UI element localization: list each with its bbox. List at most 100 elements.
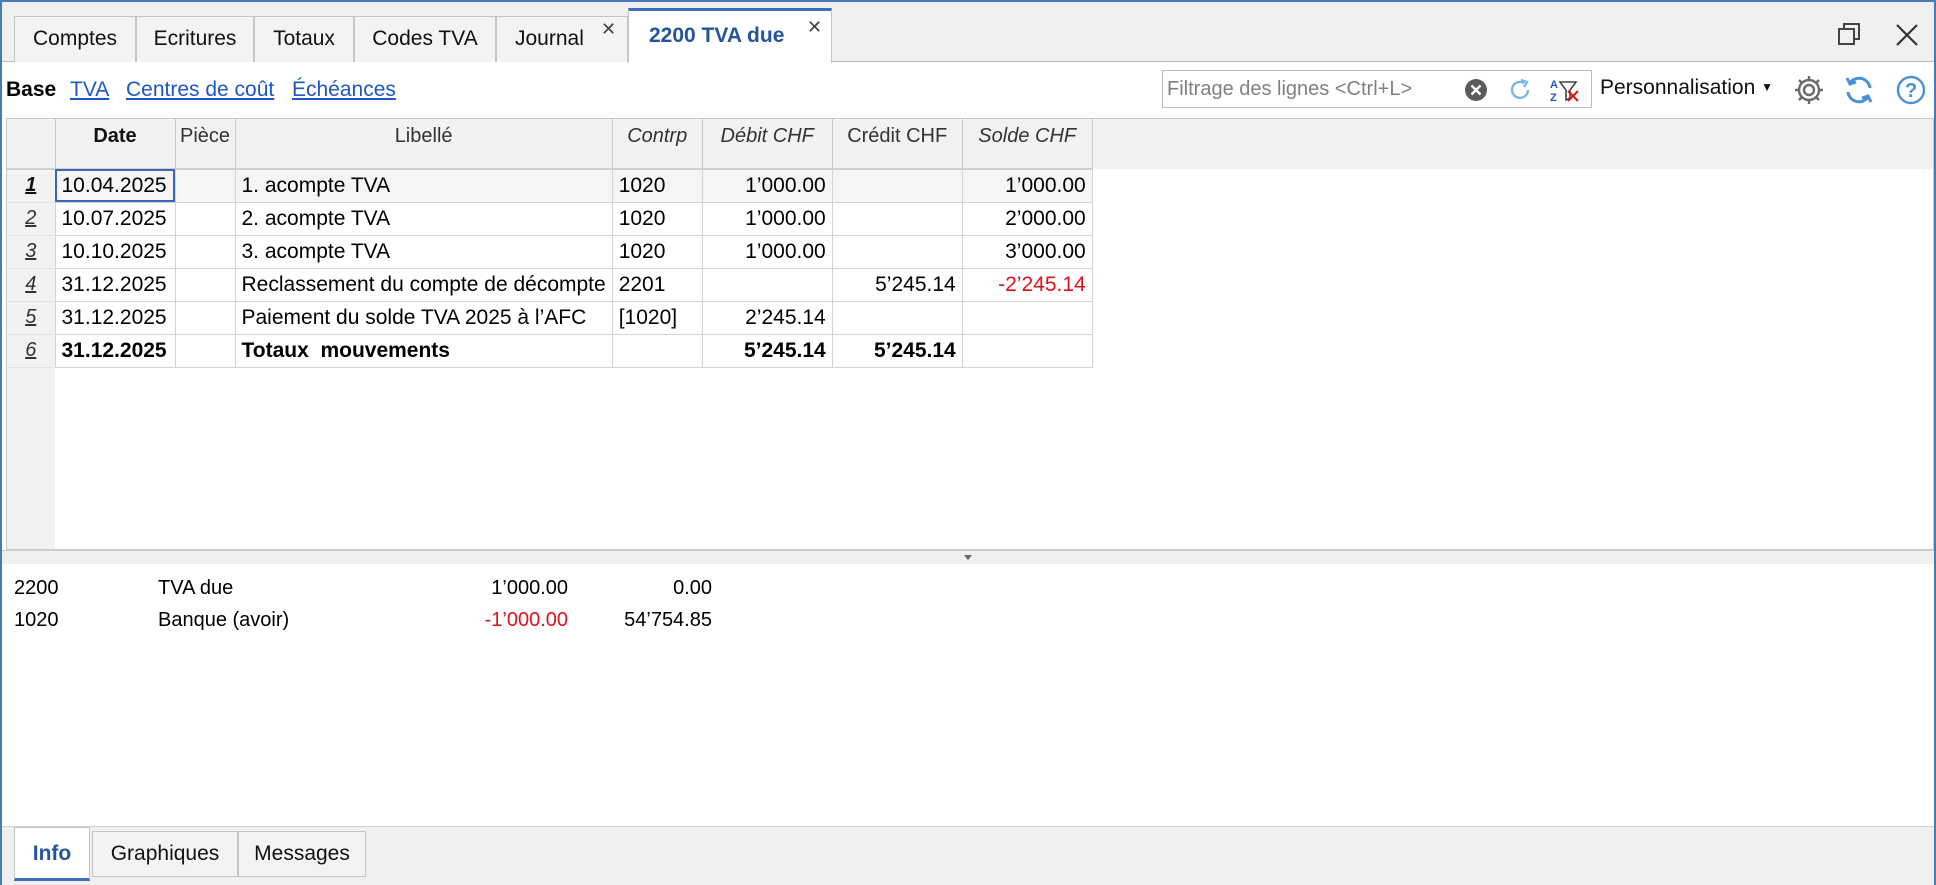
row-number[interactable]: 4 [7, 268, 56, 302]
cell-solde[interactable]: -2’245.14 [962, 268, 1093, 302]
cell-date[interactable]: 31.12.2025 [55, 334, 176, 368]
sync-icon[interactable] [1842, 73, 1876, 107]
cell-contrp[interactable]: 2201 [612, 268, 703, 302]
col-contrp[interactable]: Contrp [612, 119, 703, 170]
info-panel: 2200 TVA due 1’000.00 0.00 1020 Banque (… [2, 564, 1934, 826]
col-piece[interactable]: Pièce [175, 119, 236, 170]
cell-piece[interactable] [175, 235, 236, 269]
tab-comptes[interactable]: Comptes [14, 16, 136, 62]
cell-debit[interactable] [702, 268, 833, 302]
tab-codes-tva[interactable]: Codes TVA [354, 16, 496, 62]
svg-text:?: ? [1905, 80, 1917, 102]
collapse-arrow-icon[interactable] [964, 555, 972, 560]
tab-info[interactable]: Info [14, 827, 90, 881]
cell-solde[interactable] [962, 301, 1093, 335]
cell-date[interactable]: 10.10.2025 [55, 235, 176, 269]
cell-debit[interactable]: 2’245.14 [702, 301, 833, 335]
view-link-echeances[interactable]: Échéances [292, 78, 396, 102]
tab-label: 2200 TVA due [649, 24, 785, 47]
tab-messages[interactable]: Messages [238, 831, 366, 877]
cell-contrp[interactable]: [1020] [612, 301, 703, 335]
tab-graphiques[interactable]: Graphiques [92, 831, 238, 877]
account-card-table: Date Pièce Libellé Contrp Débit CHF Créd… [7, 119, 1093, 368]
cell-credit[interactable] [832, 235, 963, 269]
cell-debit[interactable]: 5’245.14 [702, 334, 833, 368]
row-number[interactable]: 3 [7, 235, 56, 269]
view-base[interactable]: Base [6, 78, 56, 102]
cell-debit[interactable]: 1’000.00 [702, 235, 833, 269]
help-icon[interactable]: ? [1894, 73, 1928, 107]
table-row[interactable]: 1 10.04.2025 1. acompte TVA 1020 1’000.0… [7, 169, 1093, 203]
info-account: 2200 [14, 577, 59, 599]
cell-date[interactable]: 31.12.2025 [55, 301, 176, 335]
view-bar: Base TVA Centres de coût Échéances A Z P… [2, 66, 1934, 114]
cell-piece[interactable] [175, 268, 236, 302]
cell-piece[interactable] [175, 202, 236, 236]
row-number[interactable]: 2 [7, 202, 56, 236]
close-tab-icon[interactable]: ✕ [601, 18, 616, 40]
chevron-down-icon: ▼ [1761, 80, 1773, 94]
view-link-tva[interactable]: TVA [70, 78, 109, 102]
tab-totaux[interactable]: Totaux [254, 16, 354, 62]
tab-ecritures[interactable]: Ecritures [136, 16, 254, 62]
cell-solde[interactable]: 3’000.00 [962, 235, 1093, 269]
cell-contrp[interactable]: 1020 [612, 169, 703, 203]
cell-libelle[interactable]: 2. acompte TVA [235, 202, 613, 236]
tab-label: Comptes [32, 27, 118, 50]
gear-icon[interactable] [1792, 73, 1826, 107]
cell-libelle[interactable]: Paiement du solde TVA 2025 à l’AFC [235, 301, 613, 335]
cell-piece[interactable] [175, 334, 236, 368]
table-row[interactable]: 3 10.10.2025 3. acompte TVA 1020 1’000.0… [7, 235, 1093, 269]
cell-credit[interactable] [832, 202, 963, 236]
cell-date[interactable]: 31.12.2025 [55, 268, 176, 302]
restore-window-icon[interactable] [1834, 20, 1864, 50]
cell-libelle[interactable]: Reclassement du compte de décompte [235, 268, 613, 302]
cell-libelle[interactable]: Totaux mouvements [235, 334, 613, 368]
refresh-icon[interactable] [1507, 77, 1533, 103]
cell-libelle[interactable]: 3. acompte TVA [235, 235, 613, 269]
cell-date[interactable]: 10.04.2025 [55, 169, 176, 203]
tab-label: Messages [254, 842, 350, 865]
table-row[interactable]: 5 31.12.2025 Paiement du solde TVA 2025 … [7, 301, 1093, 335]
cell-contrp[interactable]: 1020 [612, 235, 703, 269]
panel-splitter[interactable] [2, 550, 1934, 564]
cell-debit[interactable]: 1’000.00 [702, 202, 833, 236]
col-date[interactable]: Date [55, 119, 176, 170]
tab-journal[interactable]: Journal ✕ [496, 16, 628, 62]
cell-credit[interactable]: 5’245.14 [832, 334, 963, 368]
totals-row[interactable]: 6 31.12.2025 Totaux mouvements 5’245.14 … [7, 334, 1093, 368]
row-number[interactable]: 5 [7, 301, 56, 335]
app-window: Comptes Ecritures Totaux Codes TVA Journ… [0, 0, 1936, 885]
cell-credit[interactable] [832, 301, 963, 335]
col-libelle[interactable]: Libellé [235, 119, 613, 170]
personnalisation-menu[interactable]: Personnalisation ▼ [1600, 76, 1773, 100]
tab-2200-tva-due[interactable]: 2200 TVA due ✕ [628, 8, 832, 63]
clear-circle-icon[interactable] [1463, 77, 1489, 103]
table-row[interactable]: 2 10.07.2025 2. acompte TVA 1020 1’000.0… [7, 202, 1093, 236]
tab-label: Info [32, 842, 72, 865]
close-tab-icon[interactable]: ✕ [807, 16, 822, 38]
col-credit[interactable]: Crédit CHF [832, 119, 963, 170]
cell-contrp[interactable] [612, 334, 703, 368]
view-link-centres-de-cout[interactable]: Centres de coût [126, 78, 274, 102]
cell-contrp[interactable]: 1020 [612, 202, 703, 236]
cell-libelle[interactable]: 1. acompte TVA [235, 169, 613, 203]
cell-debit[interactable]: 1’000.00 [702, 169, 833, 203]
row-number[interactable]: 1 [7, 169, 56, 203]
cell-piece[interactable] [175, 169, 236, 203]
cell-date[interactable]: 10.07.2025 [55, 202, 176, 236]
cell-credit[interactable]: 5’245.14 [832, 268, 963, 302]
row-number[interactable]: 6 [7, 334, 56, 368]
cell-credit[interactable] [832, 169, 963, 203]
close-window-icon[interactable] [1892, 20, 1922, 50]
cell-solde[interactable] [962, 334, 1093, 368]
cell-solde[interactable]: 1’000.00 [962, 169, 1093, 203]
info-amount: -1’000.00 [484, 609, 568, 631]
cell-piece[interactable] [175, 301, 236, 335]
table-row[interactable]: 4 31.12.2025 Reclassement du compte de d… [7, 268, 1093, 302]
filter-input[interactable] [1167, 74, 1457, 104]
cell-solde[interactable]: 2’000.00 [962, 202, 1093, 236]
az-filter-icon[interactable]: A Z [1549, 77, 1581, 103]
col-solde[interactable]: Solde CHF [962, 119, 1093, 170]
col-debit[interactable]: Débit CHF [702, 119, 833, 170]
